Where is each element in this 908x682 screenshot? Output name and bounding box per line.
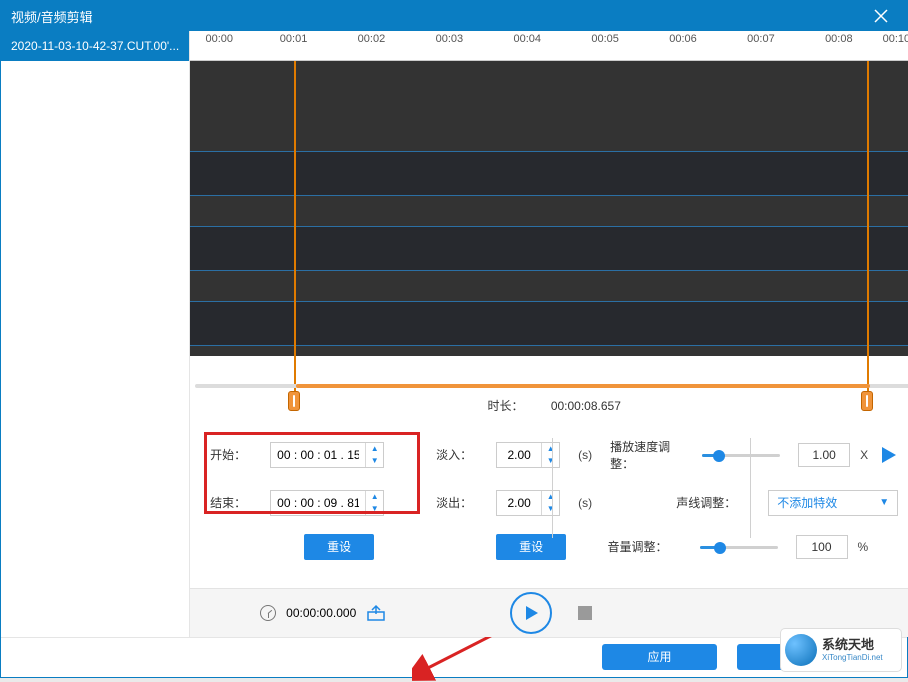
ruler-tick: 00:07 bbox=[747, 33, 775, 45]
waveform-area[interactable] bbox=[190, 61, 908, 356]
volume-slider[interactable] bbox=[700, 540, 778, 554]
spin-up-icon[interactable]: ▲ bbox=[366, 491, 383, 503]
start-marker[interactable] bbox=[294, 61, 296, 401]
ruler-tick: 00:02 bbox=[358, 33, 386, 45]
ruler-tick: 00:06 bbox=[669, 33, 697, 45]
fadein-field[interactable] bbox=[497, 443, 541, 467]
start-label: 开始： bbox=[210, 446, 252, 463]
speed-value[interactable]: 1.00 bbox=[798, 443, 850, 467]
volume-label: 音量调整： bbox=[608, 538, 690, 555]
spin-down-icon[interactable]: ▼ bbox=[366, 455, 383, 467]
play-button[interactable] bbox=[510, 592, 552, 634]
titlebar: 视频/音频剪辑 bbox=[1, 1, 907, 31]
chevron-down-icon: ▼ bbox=[879, 497, 889, 508]
ruler-tick: 00:03 bbox=[436, 33, 464, 45]
spin-up-icon[interactable]: ▲ bbox=[366, 443, 383, 455]
ruler-tick: 00:01 bbox=[280, 33, 308, 45]
play-icon bbox=[522, 604, 540, 622]
playback-time: 00:00:00.000 bbox=[286, 606, 356, 620]
end-label: 结束： bbox=[210, 494, 252, 511]
stop-icon bbox=[578, 606, 592, 620]
start-handle[interactable] bbox=[288, 391, 300, 411]
spin-down-icon[interactable]: ▼ bbox=[542, 455, 559, 467]
stop-button[interactable] bbox=[572, 600, 598, 626]
controls-panel: 开始： ▲▼ 淡入： ▲▼ (s) 播放速度调整： bbox=[190, 420, 908, 588]
fadeout-input[interactable]: ▲▼ bbox=[496, 490, 560, 516]
duration-value: 00:00:08.657 bbox=[551, 399, 621, 413]
end-time-input[interactable]: ▲▼ bbox=[270, 490, 384, 516]
duration-label: 时长： bbox=[487, 399, 523, 413]
speed-slider[interactable] bbox=[702, 448, 780, 462]
spin-up-icon[interactable]: ▲ bbox=[542, 443, 559, 455]
preview-play-button[interactable] bbox=[878, 445, 898, 465]
ruler-tick: 00:00 bbox=[206, 33, 234, 45]
end-time-field[interactable] bbox=[271, 491, 365, 515]
close-button[interactable] bbox=[865, 1, 897, 31]
volume-unit: % bbox=[858, 540, 869, 554]
speed-label: 播放速度调整： bbox=[610, 438, 692, 472]
ruler-tick: 00:08 bbox=[825, 33, 853, 45]
ruler-tick: 00:04 bbox=[513, 33, 541, 45]
timeline-area: 00:00 00:01 00:02 00:03 00:04 00:05 00:0… bbox=[190, 31, 908, 375]
speed-unit: X bbox=[860, 448, 868, 462]
seconds-unit: (s) bbox=[578, 496, 592, 510]
end-marker[interactable] bbox=[867, 61, 869, 401]
watermark-logo: 系统天地 XiTongTianDi.net bbox=[781, 629, 901, 671]
bottom-bar: 应用 OK bbox=[1, 637, 907, 675]
apply-button[interactable]: 应用 bbox=[602, 644, 717, 670]
reset-time-button[interactable]: 重设 bbox=[304, 534, 374, 560]
fadein-input[interactable]: ▲▼ bbox=[496, 442, 560, 468]
range-slider[interactable] bbox=[195, 384, 908, 388]
end-handle[interactable] bbox=[861, 391, 873, 411]
spin-up-icon[interactable]: ▲ bbox=[542, 491, 559, 503]
watermark-cn: 系统天地 bbox=[822, 637, 883, 653]
time-ruler: 00:00 00:01 00:02 00:03 00:04 00:05 00:0… bbox=[190, 31, 908, 61]
fadeout-label: 淡出： bbox=[436, 494, 478, 511]
main-panel: 00:00 00:01 00:02 00:03 00:04 00:05 00:0… bbox=[190, 31, 908, 637]
ruler-tick: 00:10 bbox=[883, 33, 908, 45]
ruler-tick: 00:05 bbox=[591, 33, 619, 45]
volume-value[interactable]: 100 bbox=[796, 535, 848, 559]
fadeout-field[interactable] bbox=[497, 491, 541, 515]
spin-down-icon[interactable]: ▼ bbox=[542, 503, 559, 515]
export-icon[interactable] bbox=[366, 604, 388, 622]
spin-down-icon[interactable]: ▼ bbox=[366, 503, 383, 515]
close-icon bbox=[874, 9, 888, 23]
play-icon bbox=[878, 445, 898, 465]
clock-icon bbox=[260, 605, 276, 621]
start-time-field[interactable] bbox=[271, 443, 365, 467]
file-sidebar: 2020-11-03-10-42-37.CUT.00'... bbox=[1, 31, 190, 637]
globe-icon bbox=[785, 634, 817, 666]
watermark-en: XiTongTianDi.net bbox=[822, 653, 883, 663]
window-title: 视频/音频剪辑 bbox=[11, 7, 93, 26]
fadein-label: 淡入： bbox=[436, 446, 478, 463]
seconds-unit: (s) bbox=[578, 448, 592, 462]
voice-value: 不添加特效 bbox=[777, 494, 837, 511]
voice-label: 声线调整： bbox=[676, 494, 758, 511]
editor-window: 视频/音频剪辑 2020-11-03-10-42-37.CUT.00'... 0… bbox=[0, 0, 908, 678]
voice-select[interactable]: 不添加特效 ▼ bbox=[768, 490, 898, 516]
start-time-input[interactable]: ▲▼ bbox=[270, 442, 384, 468]
reset-fade-button[interactable]: 重设 bbox=[496, 534, 566, 560]
file-item-selected[interactable]: 2020-11-03-10-42-37.CUT.00'... bbox=[1, 31, 189, 61]
